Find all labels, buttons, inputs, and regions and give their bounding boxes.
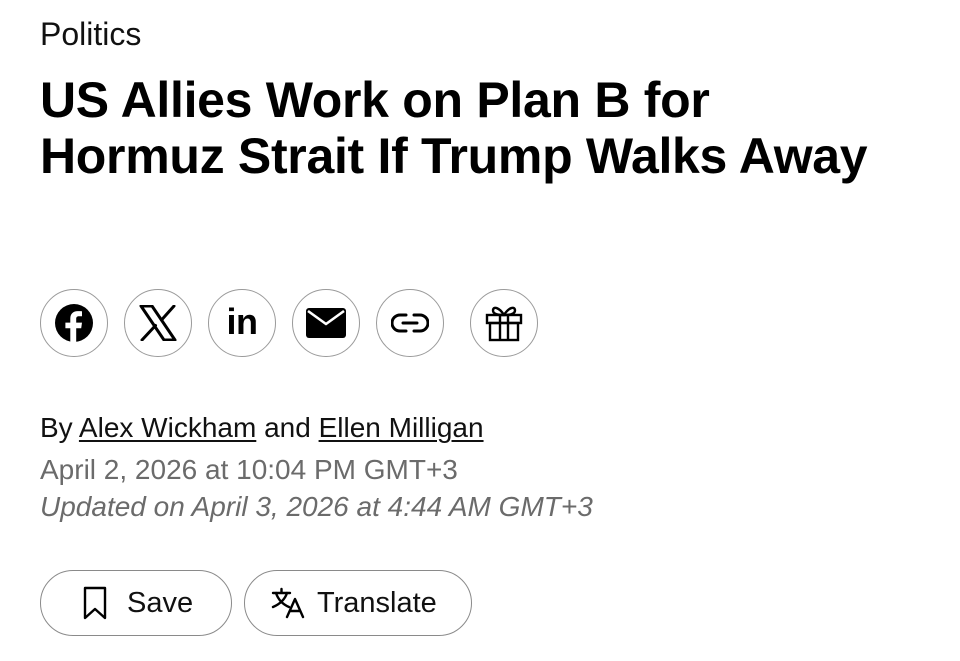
translate-icon bbox=[271, 587, 305, 619]
save-button[interactable]: Save bbox=[40, 570, 232, 636]
link-icon bbox=[391, 313, 429, 333]
share-linkedin-button[interactable]: in bbox=[208, 289, 276, 357]
byline: By Alex Wickham and Ellen Milligan bbox=[40, 408, 484, 448]
linkedin-icon: in bbox=[226, 301, 259, 342]
share-x-button[interactable] bbox=[124, 289, 192, 357]
save-label: Save bbox=[127, 586, 194, 619]
section-label[interactable]: Politics bbox=[40, 14, 141, 54]
x-icon bbox=[139, 305, 177, 341]
gift-icon bbox=[485, 306, 523, 342]
byline-conjunction: and bbox=[264, 412, 311, 443]
published-date: April 2, 2026 at 10:04 PM GMT+3 bbox=[40, 454, 458, 485]
share-facebook-button[interactable] bbox=[40, 289, 108, 357]
mail-icon bbox=[306, 308, 346, 338]
author-link-2[interactable]: Ellen Milligan bbox=[319, 412, 484, 443]
facebook-icon bbox=[55, 304, 93, 343]
bookmark-icon bbox=[83, 586, 107, 620]
translate-label: Translate bbox=[317, 586, 437, 619]
share-email-button[interactable] bbox=[292, 289, 360, 357]
updated-date: Updated on April 3, 2026 at 4:44 AM GMT+… bbox=[40, 491, 593, 522]
share-copy-link-button[interactable] bbox=[376, 289, 444, 357]
headline: US Allies Work on Plan B for Hormuz Stra… bbox=[40, 72, 868, 184]
share-toolbar: in bbox=[40, 289, 560, 361]
gift-article-button[interactable] bbox=[470, 289, 538, 357]
author-link-1[interactable]: Alex Wickham bbox=[79, 412, 256, 443]
translate-button[interactable]: Translate bbox=[244, 570, 472, 636]
byline-prefix: By bbox=[40, 412, 73, 443]
